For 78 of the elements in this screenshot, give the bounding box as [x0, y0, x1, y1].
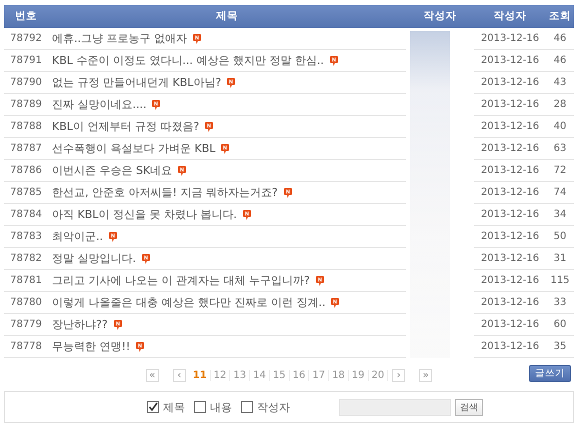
post-title-link[interactable]: 에휴..그냥 프로농구 없애자 [52, 28, 187, 49]
post-title-link[interactable]: 이렇게 나올줄은 대충 예상은 했다만 진짜로 이런 징계.. [52, 292, 326, 313]
table-cell: 46 [546, 28, 574, 50]
table-cell: 2013-12-16 [474, 314, 546, 336]
table-cell: 28 [546, 94, 574, 116]
table-cell: 31 [546, 248, 574, 270]
table-cell: 33 [546, 292, 574, 314]
table-cell: 2013-12-16 [474, 182, 546, 204]
table-cell: 78788 [4, 116, 48, 138]
table-cell: 2013-12-16 [474, 116, 546, 138]
checkbox-label: 내용 [210, 400, 232, 414]
table-cell: 78786 [4, 160, 48, 182]
post-title-link[interactable]: 없는 규정 만들어내던게 KBL아님? [52, 72, 222, 93]
column-header: 작성자 [406, 5, 474, 28]
column-header: 제목 [48, 5, 406, 28]
table-cell: 78778 [4, 336, 48, 358]
post-title-link[interactable]: 이번시즌 우승은 SK네요 [52, 160, 172, 181]
table-cell: 2013-12-16 [474, 226, 546, 248]
table-cell: 2013-12-16 [474, 28, 546, 50]
post-title-link[interactable]: 그리고 기사에 나오는 이 관계자는 대체 누구입니까? [52, 270, 310, 291]
post-title-link[interactable]: 한선교, 안준호 아저씨들! 지금 뭐하자는거죠? [52, 182, 278, 203]
table-cell: 50 [546, 226, 574, 248]
previous-page-button[interactable]: ‹ [172, 368, 186, 382]
table-cell: 78790 [4, 72, 48, 94]
checkbox[interactable] [147, 401, 159, 413]
table-cell: 78783 [4, 226, 48, 248]
table-cell: 78789 [4, 94, 48, 116]
table-cell: 78787 [4, 138, 48, 160]
table-cell: 2013-12-16 [474, 204, 546, 226]
table-cell: 78785 [4, 182, 48, 204]
table-cell: 2013-12-16 [474, 94, 546, 116]
next-page-button[interactable]: › [392, 368, 406, 382]
post-title-link[interactable]: 무능력한 연맹!! [52, 336, 130, 357]
search-field[interactable] [339, 398, 451, 416]
column-header: 번호 [4, 5, 48, 28]
table-cell: 2013-12-16 [474, 138, 546, 160]
column-header: 작성자 [474, 5, 546, 28]
table-cell: 74 [546, 182, 574, 204]
table-cell: 115 [546, 270, 574, 292]
checkbox-label: 제목 [163, 400, 185, 414]
table-cell: 46 [546, 50, 574, 72]
post-title-link[interactable]: 선수폭행이 욕설보다 가벼운 KBL [52, 138, 216, 159]
post-title-link[interactable]: KBL이 언제부터 규정 따졌음? [52, 116, 200, 137]
table-cell: 43 [546, 72, 574, 94]
write-button[interactable]: 글쓰기 [529, 365, 571, 382]
table-cell: 35 [546, 336, 574, 358]
table-cell: 78779 [4, 314, 48, 336]
last-page-button[interactable]: » [419, 368, 432, 382]
table-cell: 63 [546, 138, 574, 160]
post-title-link[interactable]: 정말 실망입니다. [52, 248, 136, 269]
table-cell: 2013-12-16 [474, 160, 546, 182]
post-title-link[interactable]: 최악이군.. [52, 226, 103, 247]
table-cell: 2013-12-16 [474, 292, 546, 314]
checkbox[interactable] [194, 401, 206, 413]
post-title-link[interactable]: KBL 수준이 이정도 였다니... 예상은 했지만 정말 한심.. [52, 50, 324, 71]
table-cell: 78791 [4, 50, 48, 72]
table-cell: 78781 [4, 270, 48, 292]
search-button[interactable]: 검색 [455, 398, 483, 416]
table-cell: 78782 [4, 248, 48, 270]
table-cell: 78792 [4, 28, 48, 50]
table-cell: 34 [546, 204, 574, 226]
table-cell: 72 [546, 160, 574, 182]
table-cell: 2013-12-16 [474, 72, 546, 94]
post-title-link[interactable]: 장난하냐?? [52, 314, 108, 335]
table-cell: 2013-12-16 [474, 336, 546, 358]
table-cell: 78784 [4, 204, 48, 226]
table-cell: 60 [546, 314, 574, 336]
table-cell: 2013-12-16 [474, 50, 546, 72]
table-cell: 78780 [4, 292, 48, 314]
post-title-link[interactable]: 진짜 실망이네요.... [52, 94, 146, 115]
checkbox[interactable] [241, 401, 253, 413]
table-cell: 40 [546, 116, 574, 138]
first-page-button[interactable]: « [146, 368, 159, 382]
table-cell: 2013-12-16 [474, 270, 546, 292]
table-cell: 2013-12-16 [474, 248, 546, 270]
column-header: 조회 [546, 5, 574, 28]
checkbox-label: 작성자 [257, 400, 290, 414]
post-title-link[interactable]: 아직 KBL이 정신을 못 차렸나 봅니다. [52, 204, 237, 225]
